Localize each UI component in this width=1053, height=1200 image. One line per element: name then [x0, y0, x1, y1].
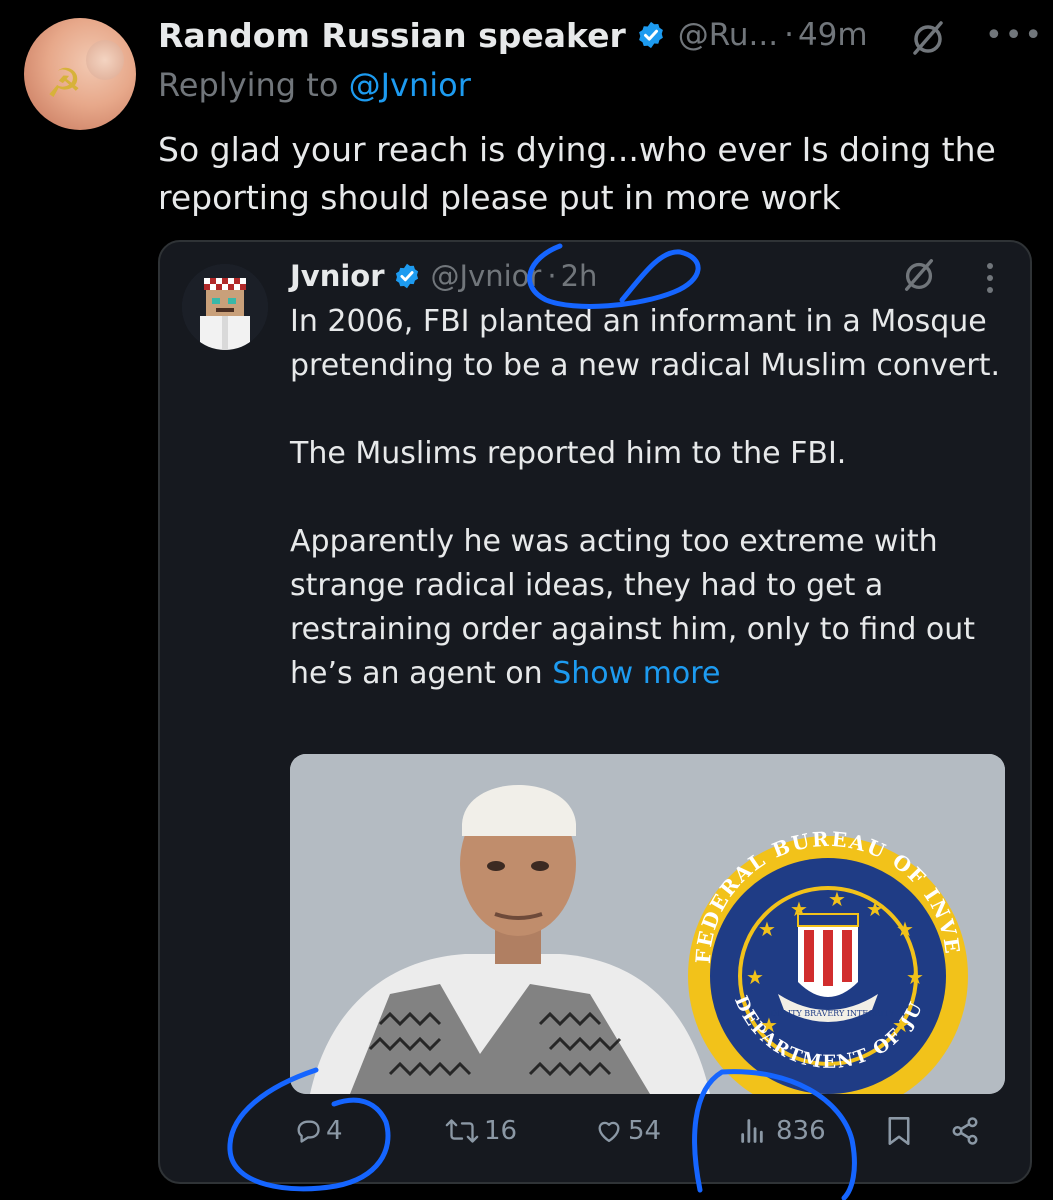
more-vertical-icon[interactable] — [980, 258, 1000, 298]
reply-author-avatar[interactable]: ☭ — [24, 18, 136, 130]
reply-timestamp[interactable]: 49m — [798, 17, 868, 53]
svg-text:★: ★ — [758, 917, 776, 941]
quoted-paragraph: The Muslims reported him to the FBI. — [290, 436, 847, 471]
quoted-text: In 2006, FBI planted an informant in a M… — [290, 300, 1010, 696]
pixel-avatar-image — [182, 264, 268, 350]
replying-to-handle[interactable]: @Jvnior — [349, 66, 471, 104]
reply-count: 4 — [326, 1116, 343, 1146]
action-bar: 4 16 54 836 — [290, 1108, 1010, 1158]
quoted-media-image[interactable]: FEDERAL BUREAU OF INVESTIGATION DEPARTME… — [290, 754, 1005, 1094]
quoted-author-handle[interactable]: @Jvnior — [431, 259, 542, 293]
like-count: 54 — [628, 1116, 662, 1146]
bookmark-button[interactable] — [886, 1116, 916, 1146]
show-more-link[interactable]: Show more — [552, 656, 720, 691]
avatar-cat-image — [86, 40, 124, 80]
replying-to: Replying to @Jvnior — [158, 66, 471, 104]
bookmark-icon — [888, 1117, 910, 1145]
repost-icon — [445, 1119, 479, 1143]
reply-tweet: ☭ Random Russian speaker @Ru... · 49m ••… — [0, 0, 1053, 1200]
svg-text:★: ★ — [866, 897, 884, 921]
quoted-author-avatar[interactable] — [182, 264, 268, 350]
separator: · — [547, 259, 557, 293]
quoted-timestamp[interactable]: 2h — [561, 259, 598, 293]
reply-author-name[interactable]: Random Russian speaker — [158, 16, 626, 55]
view-count: 836 — [776, 1116, 826, 1146]
quoted-paragraph-last: Apparently he was acting too extreme wit… — [290, 520, 1010, 696]
svg-text:★: ★ — [892, 1013, 910, 1037]
quoted-tweet[interactable]: Jvnior @Jvnior · 2h In 2006, FBI planted… — [158, 240, 1032, 1184]
repost-button[interactable]: 16 — [444, 1116, 517, 1146]
share-icon — [952, 1117, 978, 1145]
hammer-sickle-icon: ☭ — [46, 61, 82, 107]
like-icon — [598, 1121, 620, 1143]
seal-scroll-text: FIDELITY BRAVERY INTEGRITY — [762, 1009, 895, 1018]
svg-text:★: ★ — [906, 965, 924, 989]
separator: · — [784, 17, 794, 53]
svg-text:★: ★ — [896, 917, 914, 941]
verified-icon — [395, 263, 418, 289]
repost-count: 16 — [484, 1116, 518, 1146]
svg-text:★: ★ — [746, 965, 764, 989]
quoted-paragraph: In 2006, FBI planted an informant in a M… — [290, 304, 1001, 383]
svg-text:★: ★ — [828, 887, 846, 911]
reply-icon — [297, 1120, 320, 1143]
grok-icon[interactable] — [908, 18, 948, 58]
grok-icon[interactable] — [900, 256, 938, 294]
verified-icon — [638, 21, 663, 49]
reply-text: So glad your reach is dying...who ever I… — [158, 130, 996, 217]
share-button[interactable] — [950, 1116, 984, 1146]
reply-author-handle[interactable]: @Ru... — [678, 17, 778, 53]
quoted-header: Jvnior @Jvnior · 2h — [290, 256, 597, 296]
reply-button[interactable]: 4 — [294, 1116, 343, 1146]
views-icon — [741, 1119, 763, 1143]
quoted-author-name[interactable]: Jvnior — [290, 259, 385, 293]
replying-to-label: Replying to — [158, 66, 339, 104]
views-button[interactable]: 836 — [738, 1116, 826, 1146]
more-icon[interactable]: ••• — [985, 18, 1044, 53]
man-with-fbi-seal-image: FEDERAL BUREAU OF INVESTIGATION DEPARTME… — [290, 754, 1005, 1094]
reply-header: Random Russian speaker @Ru... · 49m — [158, 14, 868, 56]
like-button[interactable]: 54 — [594, 1116, 661, 1146]
